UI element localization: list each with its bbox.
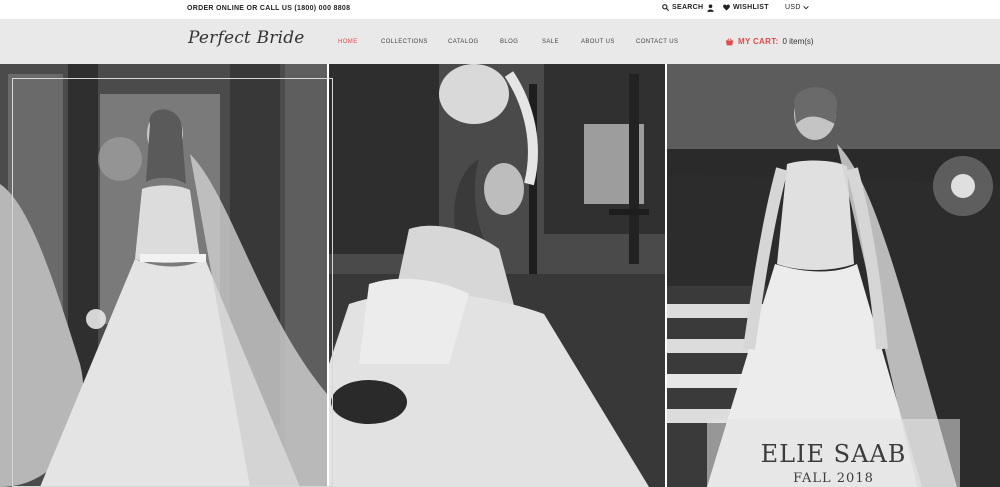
user-icon [707,4,714,12]
search-link[interactable]: SEARCH [662,4,703,11]
currency-value: USD [785,4,801,11]
currency-selector[interactable]: USD [785,4,809,11]
chevron-down-icon [802,5,809,10]
top-bar: ORDER ONLINE OR CALL US (1800) 000 8808 … [0,0,1000,18]
nav-item-collections[interactable]: COLLECTIONS [381,39,428,45]
account-link[interactable] [707,4,714,12]
wishlist-link[interactable]: WISHLIST [723,4,769,11]
cart-icon [725,37,734,46]
nav-item-blog[interactable]: BLOG [500,39,518,45]
hero-image-elie-saab[interactable] [667,64,1000,487]
main-header: Perfect Bride HOME COLLECTIONS CATALOG B… [0,19,1000,64]
cart-link[interactable]: MY CART: 0 item(s) [725,37,814,46]
search-icon [662,4,669,11]
nav-item-contact-us[interactable]: CONTACT US [636,39,678,45]
site-logo[interactable]: Perfect Bride [188,28,305,48]
wishlist-label: WISHLIST [733,4,769,11]
heart-icon [723,4,730,11]
cart-label: MY CART: [738,37,779,46]
hero-gallery [0,64,1000,487]
hero-image-bride-mirror[interactable] [0,64,327,487]
nav-item-catalog[interactable]: CATALOG [448,39,479,45]
nav-item-home[interactable]: HOME [338,39,358,45]
nav-item-sale[interactable]: SALE [542,39,559,45]
hero-image-bride-park[interactable] [329,64,665,487]
search-label: SEARCH [672,4,704,11]
nav-item-about-us[interactable]: ABOUT US [581,39,615,45]
collection-title[interactable]: ELIE SAAB [667,440,1000,468]
promo-text: ORDER ONLINE OR CALL US (1800) 000 8808 [187,5,351,12]
cart-count: 0 item(s) [782,37,814,46]
collection-subtitle: FALL 2018 [793,471,874,486]
